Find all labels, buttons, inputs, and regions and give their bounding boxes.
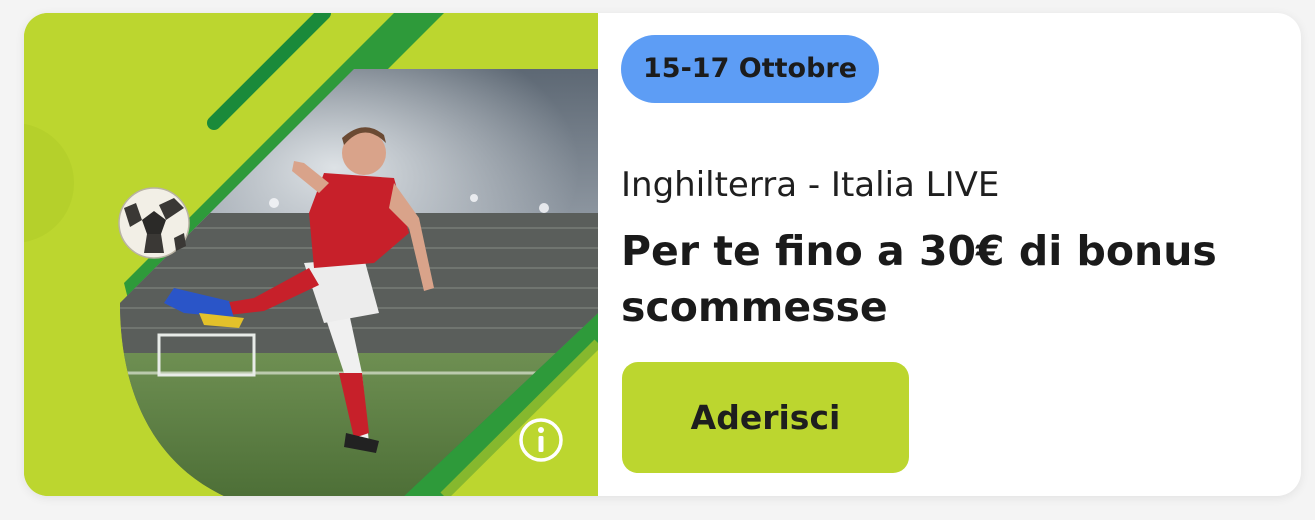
- info-icon: [519, 418, 563, 462]
- info-button[interactable]: [518, 417, 564, 463]
- promo-content: 15-17 Ottobre Inghilterra - Italia LIVE …: [598, 13, 1301, 496]
- date-badge: 15-17 Ottobre: [621, 35, 880, 103]
- banner-illustration: [24, 13, 598, 496]
- promo-headline: Per te fino a 30€ di bonus scommesse: [621, 227, 1217, 331]
- join-button[interactable]: Aderisci: [622, 362, 909, 473]
- soccer-ball-icon: [118, 187, 190, 259]
- promo-card: 15-17 Ottobre Inghilterra - Italia LIVE …: [24, 13, 1301, 496]
- match-title: Inghilterra - Italia LIVE: [621, 165, 1000, 205]
- promo-banner-image: [24, 13, 598, 496]
